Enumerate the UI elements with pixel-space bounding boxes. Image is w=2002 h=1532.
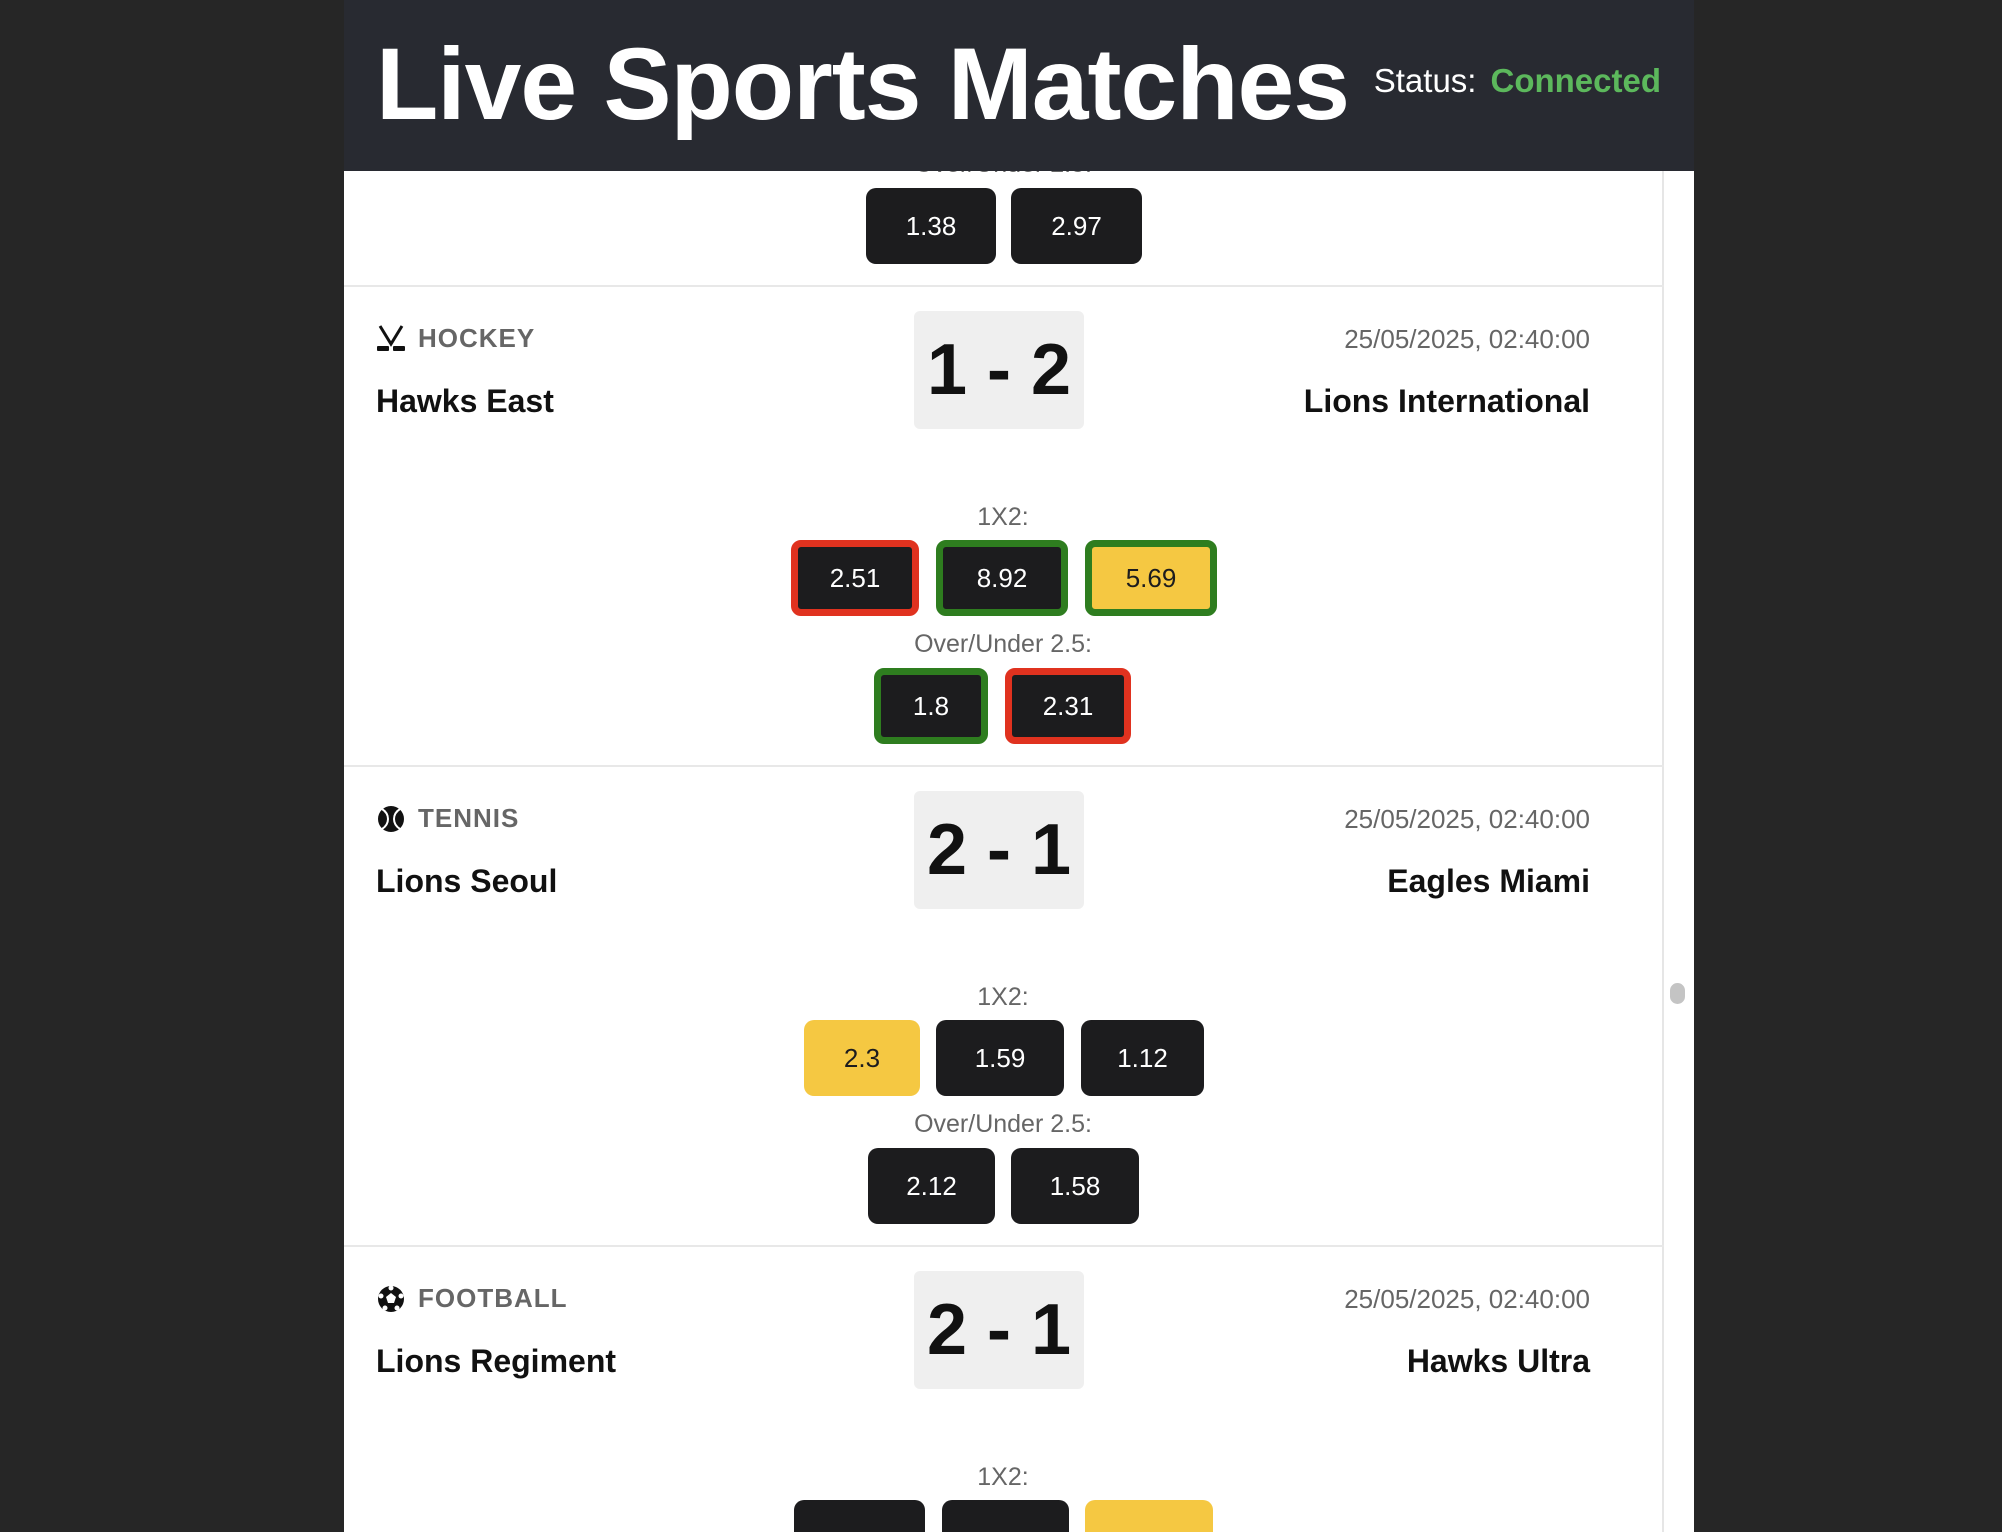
home-team: Lions Seoul bbox=[376, 863, 558, 899]
odds-button-home[interactable]: 2.3 bbox=[804, 1020, 920, 1096]
match-time: 25/05/2025, 02:40:00 bbox=[1344, 1284, 1590, 1314]
match-time: 25/05/2025, 02:40:00 bbox=[1344, 324, 1590, 354]
score-display: 2 - 1 bbox=[914, 1271, 1084, 1389]
app-window: Over/Under 2.5: 1.38 2.97 HOCKEY Hawks E… bbox=[344, 0, 1694, 1532]
odds-button-under[interactable]: 1.58 bbox=[1011, 1148, 1139, 1224]
odds-button-home[interactable] bbox=[794, 1500, 925, 1532]
odds-button-over[interactable]: 1.8 bbox=[874, 668, 988, 744]
away-team: Lions International bbox=[1303, 383, 1590, 419]
odds-button-draw[interactable]: 1.59 bbox=[936, 1020, 1064, 1096]
match-divider bbox=[344, 285, 1664, 287]
odds-button-away[interactable] bbox=[1085, 1500, 1213, 1532]
away-team: Eagles Miami bbox=[1387, 863, 1590, 899]
scrollbar-thumb[interactable] bbox=[1670, 983, 1685, 1004]
connection-status: Status: Connected bbox=[1374, 62, 1661, 100]
odds-button-under[interactable]: 2.97 bbox=[1011, 188, 1142, 264]
sport-name: HOCKEY bbox=[418, 323, 536, 353]
odds-button-away[interactable]: 5.69 bbox=[1085, 540, 1217, 616]
status-value: Connected bbox=[1490, 62, 1661, 99]
home-team: Lions Regiment bbox=[376, 1343, 617, 1379]
sport-label: TENNIS bbox=[376, 803, 519, 834]
market-label-1x2: 1X2: bbox=[977, 1463, 1029, 1491]
market-label-ou: Over/Under 2.5: bbox=[914, 630, 1092, 658]
match-time: 25/05/2025, 02:40:00 bbox=[1344, 804, 1590, 834]
odds-button-over[interactable]: 1.38 bbox=[866, 188, 996, 264]
sport-label: FOOTBALL bbox=[376, 1283, 568, 1314]
soccer-ball-icon bbox=[378, 1285, 404, 1312]
odds-button-draw[interactable]: 8.92 bbox=[936, 540, 1068, 616]
market-label-ou: Over/Under 2.5: bbox=[914, 1110, 1092, 1138]
tennis-ball-icon bbox=[378, 805, 404, 832]
status-label: Status: bbox=[1373, 62, 1477, 99]
hockey-stick-icon bbox=[377, 324, 405, 351]
app-header: Live Sports Matches Status: Connected bbox=[344, 0, 1694, 171]
sport-name: TENNIS bbox=[418, 803, 520, 833]
page-title: Live Sports Matches bbox=[376, 27, 1350, 141]
score-display: 1 - 2 bbox=[914, 311, 1084, 429]
home-team: Hawks East bbox=[376, 383, 554, 419]
away-team: Hawks Ultra bbox=[1406, 1343, 1590, 1379]
odds-button-draw[interactable] bbox=[942, 1500, 1069, 1532]
match-divider bbox=[344, 765, 1664, 767]
sport-name: FOOTBALL bbox=[418, 1283, 568, 1313]
odds-button-home[interactable]: 2.51 bbox=[791, 540, 919, 616]
score-display: 2 - 1 bbox=[914, 791, 1084, 909]
odds-button-under[interactable]: 2.31 bbox=[1005, 668, 1131, 744]
odds-button-over[interactable]: 2.12 bbox=[868, 1148, 995, 1224]
sport-label: HOCKEY bbox=[376, 323, 535, 354]
odds-button-away[interactable]: 1.12 bbox=[1081, 1020, 1204, 1096]
matches-list[interactable]: Over/Under 2.5: 1.38 2.97 HOCKEY Hawks E… bbox=[344, 0, 1664, 1532]
match-divider bbox=[344, 1245, 1664, 1247]
market-label-1x2: 1X2: bbox=[977, 983, 1029, 1011]
market-label-1x2: 1X2: bbox=[977, 503, 1029, 531]
